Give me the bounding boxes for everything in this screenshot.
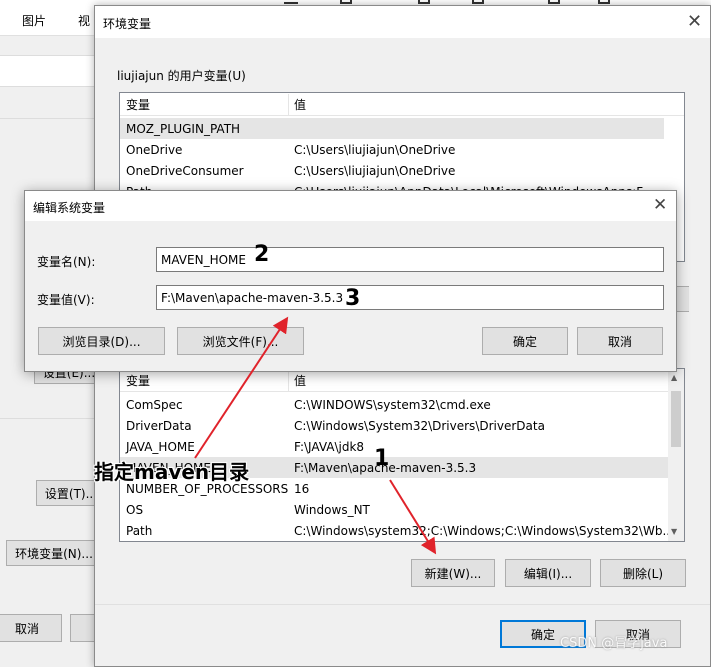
- annotation-label: 指定maven目录: [94, 460, 250, 484]
- watermark: CSDN @冒学java: [560, 636, 668, 651]
- arrow-to-value-field: [194, 316, 289, 459]
- annotation-number-3: 3: [345, 286, 361, 311]
- annotation-number-1: 1: [374, 446, 390, 471]
- annotation-arrows: [194, 316, 437, 555]
- annotation-number-2: 2: [254, 242, 270, 267]
- arrow-to-new-button: [389, 479, 437, 555]
